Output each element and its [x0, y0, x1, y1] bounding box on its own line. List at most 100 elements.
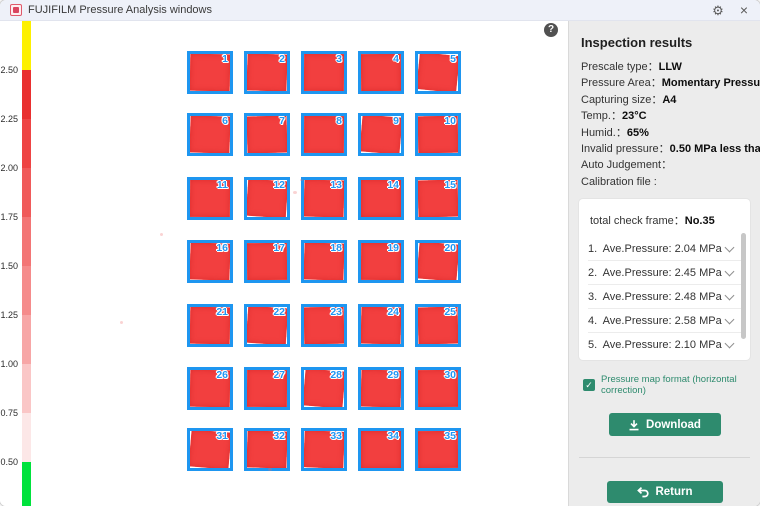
pressure-mark[interactable]: 16	[187, 240, 233, 283]
mark-number: 3	[336, 53, 342, 65]
ink-speckle	[160, 233, 163, 236]
results-card: total check frame：No.35 1. Ave.Pressure:…	[579, 199, 750, 360]
total-check-frame-label: total check frame：	[590, 215, 685, 227]
return-button[interactable]: Return	[607, 481, 723, 503]
chevron-down-icon[interactable]	[725, 314, 735, 324]
mark-number: 11	[217, 179, 228, 191]
titlebar: FUJIFILM Pressure Analysis windows ⚙ ×	[0, 0, 760, 21]
pressure-mark[interactable]: 31	[187, 428, 233, 471]
pressure-mark[interactable]: 19	[358, 240, 404, 283]
pressure-mark[interactable]: 13	[301, 177, 347, 220]
download-button[interactable]: Download	[609, 413, 721, 436]
pressure-mark[interactable]: 17	[244, 240, 290, 283]
mark-number: 21	[216, 306, 228, 318]
mark-number: 30	[444, 369, 456, 381]
ink-speckle	[293, 191, 297, 194]
pressure-mark[interactable]: 1	[187, 51, 233, 94]
inspection-panel: Inspection results Prescale type：LLWPres…	[568, 21, 760, 506]
row-label: 1. Ave.Pressure: 2.04 MPa	[588, 243, 722, 255]
chevron-down-icon[interactable]	[725, 338, 735, 348]
pressure-mark[interactable]: 11	[187, 177, 233, 220]
pressure-list-row[interactable]: 2. Ave.Pressure: 2.45 MPa	[588, 260, 741, 284]
row-label: 5. Ave.Pressure: 2.10 MPa	[588, 339, 722, 351]
info-list: Prescale type：LLWPressure Area：Momentary…	[579, 59, 750, 190]
pressure-list-row[interactable]: 3. Ave.Pressure: 2.48 MPa	[588, 284, 741, 308]
mark-number: 12	[273, 179, 285, 191]
pressure-mark[interactable]: 7	[244, 113, 290, 156]
pressure-mark[interactable]: 18	[301, 240, 347, 283]
mark-number: 13	[330, 179, 342, 191]
total-check-frame: total check frame：No.35	[590, 212, 741, 228]
pressure-mark[interactable]: 25	[415, 304, 461, 347]
info-label: Calibration file :	[581, 176, 657, 188]
info-line: Capturing size：A4	[581, 92, 750, 108]
pressure-mark[interactable]: 4	[358, 51, 404, 94]
window-title: FUJIFILM Pressure Analysis windows	[28, 4, 212, 16]
chevron-down-icon[interactable]	[725, 266, 735, 276]
pressure-mark[interactable]: 22	[244, 304, 290, 347]
total-check-frame-value: No.35	[685, 215, 715, 227]
mark-number: 18	[330, 242, 342, 254]
row-label: 3. Ave.Pressure: 2.48 MPa	[588, 291, 722, 303]
info-value: 0.50 MPa less than	[670, 143, 760, 155]
info-line: Prescale type：LLW	[581, 59, 750, 75]
pressure-mark[interactable]: 14	[358, 177, 404, 220]
pressure-mark[interactable]: 32	[244, 428, 290, 471]
pressure-mark[interactable]: 26	[187, 367, 233, 410]
pressure-mark[interactable]: 3	[301, 51, 347, 94]
ink-speckle	[300, 179, 303, 181]
info-label: Prescale type：	[581, 61, 659, 73]
pressure-mark[interactable]: 2	[244, 51, 290, 94]
pressure-mark[interactable]: 24	[358, 304, 404, 347]
pressure-list-row[interactable]: 5. Ave.Pressure: 2.10 MPa	[588, 332, 741, 356]
mark-number: 29	[387, 369, 399, 381]
ink-speckle	[268, 468, 272, 471]
chevron-down-icon[interactable]	[725, 242, 735, 252]
marks-grid: 1234567891011121314151617181920212223242…	[0, 21, 568, 506]
pressure-mark[interactable]: 28	[301, 367, 347, 410]
pressure-mark[interactable]: 6	[187, 113, 233, 156]
pressure-mark[interactable]: 33	[301, 428, 347, 471]
mark-number: 25	[444, 306, 456, 318]
pressure-mark[interactable]: 10	[415, 113, 461, 156]
info-label: Capturing size：	[581, 94, 662, 106]
mark-number: 14	[387, 179, 399, 191]
mark-number: 17	[273, 242, 285, 254]
pressure-mark[interactable]: 12	[244, 177, 290, 220]
info-value: LLW	[659, 61, 682, 73]
info-label: Humid.：	[581, 127, 627, 139]
mark-number: 9	[393, 115, 399, 127]
pressure-mark[interactable]: 27	[244, 367, 290, 410]
pressure-mark[interactable]: 35	[415, 428, 461, 471]
pressure-mark[interactable]: 29	[358, 367, 404, 410]
info-line: Temp.：23°C	[581, 108, 750, 124]
pressure-mark[interactable]: 34	[358, 428, 404, 471]
info-line: Calibration file :	[581, 174, 750, 190]
pressure-mark[interactable]: 8	[301, 113, 347, 156]
mark-number: 22	[273, 306, 285, 318]
pressure-map-format-checkbox-row[interactable]: ✓ Pressure map format (horizontal correc…	[583, 374, 750, 396]
mark-number: 27	[273, 369, 285, 381]
close-icon[interactable]: ×	[740, 3, 748, 17]
info-line: Auto Judgement：	[581, 157, 750, 173]
mark-number: 1	[222, 53, 228, 65]
scrollbar[interactable]	[741, 233, 746, 339]
info-line: Pressure Area：Momentary Pressure	[581, 75, 750, 91]
chevron-down-icon[interactable]	[725, 290, 735, 300]
settings-gear-icon[interactable]: ⚙	[712, 4, 724, 17]
pressure-list-row[interactable]: 1. Ave.Pressure: 2.04 MPa	[588, 237, 741, 260]
checkbox-label: Pressure map format (horizontal correcti…	[601, 374, 750, 396]
pressure-list-row[interactable]: 4. Ave.Pressure: 2.58 MPa	[588, 308, 741, 332]
pressure-mark[interactable]: 23	[301, 304, 347, 347]
mark-number: 5	[450, 53, 456, 65]
pressure-mark[interactable]: 5	[415, 51, 461, 94]
pressure-mark[interactable]: 15	[415, 177, 461, 220]
pressure-mark[interactable]: 20	[415, 240, 461, 283]
download-icon	[628, 419, 640, 431]
info-value: 65%	[627, 127, 649, 139]
pressure-mark[interactable]: 30	[415, 367, 461, 410]
pressure-mark[interactable]: 9	[358, 113, 404, 156]
pressure-mark[interactable]: 21	[187, 304, 233, 347]
ink-speckle	[120, 321, 123, 324]
checkbox-checked-icon[interactable]: ✓	[583, 379, 595, 391]
